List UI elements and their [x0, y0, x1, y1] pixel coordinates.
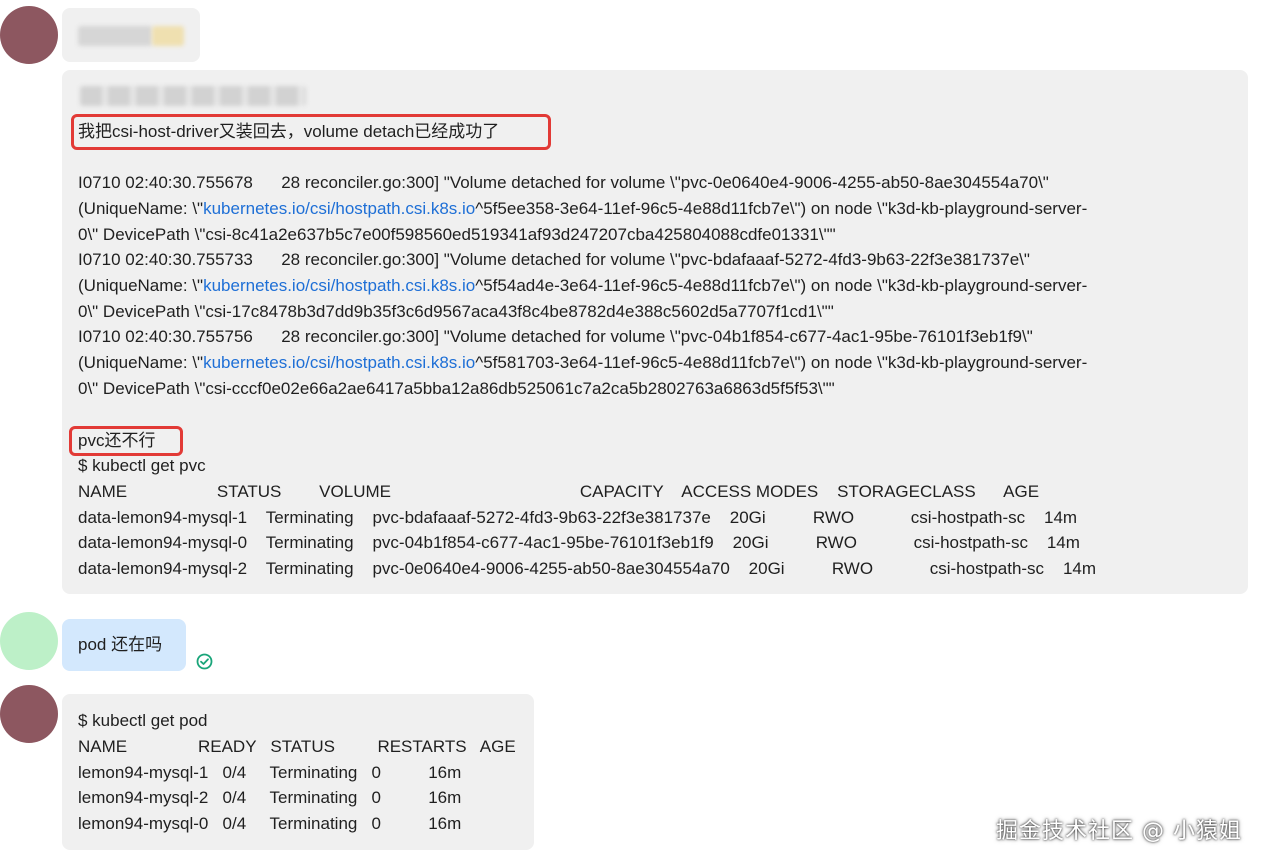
message-line: pvc还不行 — [78, 431, 156, 450]
my-message-bubble[interactable]: pod 还在吗 — [62, 619, 186, 671]
log-line: 0\" DevicePath \"csi-8c41a2e637b5c7e00f5… — [78, 225, 836, 244]
blurred-sender-name — [78, 26, 152, 46]
table-row: data-lemon94-mysql-0 Terminating pvc-04b… — [78, 533, 1080, 552]
table-row: lemon94-mysql-1 0/4 Terminating 0 16m — [78, 763, 462, 782]
message-bubble-pods[interactable]: $ kubectl get pod NAME READY STATUS REST… — [62, 694, 534, 850]
log-line: (UniqueName: \"kubernetes.io/csi/hostpat… — [78, 353, 1088, 372]
log-line: I0710 02:40:30.755733 28 reconciler.go:3… — [78, 250, 1030, 269]
check-circle-icon — [196, 653, 213, 670]
my-avatar[interactable] — [0, 612, 58, 670]
table-header: NAME STATUS VOLUME CAPACITY ACCESS MODES… — [78, 482, 1040, 501]
log-line: I0710 02:40:30.755678 28 reconciler.go:3… — [78, 173, 1049, 192]
table-row: lemon94-mysql-0 0/4 Terminating 0 16m — [78, 814, 462, 833]
unique-name-link[interactable]: kubernetes.io/csi/hostpath.csi.k8s.io — [203, 353, 475, 372]
unique-name-link[interactable]: kubernetes.io/csi/hostpath.csi.k8s.io — [203, 199, 475, 218]
unique-name-link[interactable]: kubernetes.io/csi/hostpath.csi.k8s.io — [203, 276, 475, 295]
table-row: lemon94-mysql-2 0/4 Terminating 0 16m — [78, 788, 462, 807]
log-line: (UniqueName: \"kubernetes.io/csi/hostpat… — [78, 276, 1088, 295]
peer-avatar-2[interactable] — [0, 685, 58, 743]
my-message-text: pod 还在吗 — [78, 635, 163, 654]
log-line: (UniqueName: \"kubernetes.io/csi/hostpat… — [78, 199, 1088, 218]
blurred-quote-line — [80, 86, 306, 106]
log-line: 0\" DevicePath \"csi-cccf0e02e66a2ae6417… — [78, 379, 835, 398]
command-line: $ kubectl get pvc — [78, 456, 206, 475]
log-line: 0\" DevicePath \"csi-17c8478b3d7dd9b35f3… — [78, 302, 834, 321]
message-line: 我把csi-host-driver又装回去，volume detach已经成功了 — [78, 122, 500, 141]
command-line: $ kubectl get pod — [78, 711, 208, 730]
watermark: 掘金技术社区 @ 小猿姐 — [996, 819, 1242, 844]
table-row: data-lemon94-mysql-2 Terminating pvc-0e0… — [78, 559, 1097, 578]
message-bubble-log[interactable]: 我把csi-host-driver又装回去，volume detach已经成功了… — [62, 70, 1248, 594]
sender-name-bubble — [62, 8, 200, 62]
peer-avatar-1[interactable] — [0, 6, 58, 64]
table-header: NAME READY STATUS RESTARTS AGE — [78, 737, 516, 756]
log-line: I0710 02:40:30.755756 28 reconciler.go:3… — [78, 327, 1033, 346]
blurred-sender-tag — [152, 26, 184, 46]
table-row: data-lemon94-mysql-1 Terminating pvc-bda… — [78, 508, 1078, 527]
